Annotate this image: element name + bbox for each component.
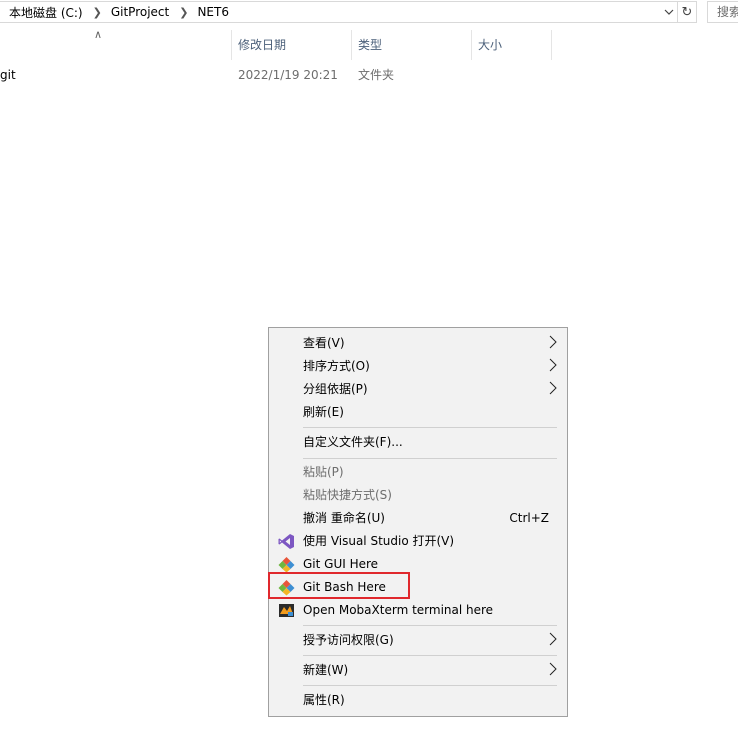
menu-item-shortcut: Ctrl+Z: [509, 511, 549, 525]
menu-separator: [303, 458, 557, 459]
menu-item-undo-rename[interactable]: 撤消 重命名(U) Ctrl+Z: [269, 507, 567, 530]
column-header-modified[interactable]: 修改日期: [238, 30, 351, 60]
refresh-icon: ↻: [681, 4, 693, 20]
chevron-right-icon: [549, 358, 557, 372]
breadcrumb-net6[interactable]: NET6: [188, 5, 229, 19]
menu-separator: [303, 625, 557, 626]
menu-item-label: 使用 Visual Studio 打开(V): [303, 534, 455, 548]
menu-item-paste[interactable]: 粘贴(P): [269, 461, 567, 484]
column-divider[interactable]: [231, 30, 232, 60]
menu-item-properties[interactable]: 属性(R): [269, 689, 567, 712]
search-input[interactable]: 搜索: [707, 1, 738, 23]
address-bar[interactable]: 本地磁盘 (C:) ❯ GitProject ❯ NET6: [0, 1, 678, 23]
breadcrumb-label: NET6: [197, 5, 229, 19]
menu-item-new[interactable]: 新建(W): [269, 659, 567, 682]
file-row[interactable]: git 2022/1/19 20:21 文件夹: [0, 63, 738, 87]
menu-item-open-mobaxterm[interactable]: Open MobaXterm terminal here: [269, 599, 567, 622]
menu-separator: [303, 655, 557, 656]
menu-item-label: 自定义文件夹(F)...: [303, 435, 403, 449]
chevron-right-icon[interactable]: ❯: [169, 6, 188, 19]
chevron-right-icon: [549, 662, 557, 676]
column-header-size[interactable]: 大小: [478, 30, 551, 60]
menu-item-label: 分组依据(P): [303, 382, 368, 396]
search-placeholder: 搜索: [717, 5, 738, 19]
breadcrumb-local-disk[interactable]: 本地磁盘 (C:) ❯: [0, 4, 102, 21]
chevron-right-icon: [549, 335, 557, 349]
git-gui-icon: [278, 557, 295, 573]
menu-separator: [303, 685, 557, 686]
highlight-box: [268, 572, 410, 599]
column-header-name[interactable]: [0, 30, 231, 60]
menu-item-refresh[interactable]: 刷新(E): [269, 401, 567, 424]
address-dropdown-button[interactable]: [661, 2, 677, 22]
column-label: 修改日期: [238, 38, 287, 52]
breadcrumb-label: 本地磁盘 (C:): [9, 5, 83, 20]
visual-studio-icon: [278, 534, 294, 549]
menu-item-label: Open MobaXterm terminal here: [303, 603, 494, 617]
column-label: 大小: [478, 38, 503, 52]
column-divider[interactable]: [351, 30, 352, 60]
menu-item-customize-folder[interactable]: 自定义文件夹(F)...: [269, 431, 567, 454]
menu-item-paste-shortcut[interactable]: 粘贴快捷方式(S): [269, 484, 567, 507]
menu-item-label: 粘贴(P): [303, 465, 344, 479]
breadcrumb-label: GitProject: [110, 5, 170, 19]
file-modified: 2022/1/19 20:21: [238, 68, 338, 82]
sort-ascending-icon: ∧: [94, 28, 103, 41]
menu-item-label: 属性(R): [303, 693, 345, 707]
chevron-right-icon[interactable]: ❯: [83, 6, 102, 19]
menu-item-label: 新建(W): [303, 663, 349, 677]
chevron-right-icon: [549, 632, 557, 646]
menu-item-label: 撤消 重命名(U): [303, 511, 385, 525]
file-type: 文件夹: [358, 68, 395, 82]
breadcrumb-gitproject[interactable]: GitProject ❯: [102, 5, 189, 19]
chevron-right-icon: [549, 381, 557, 395]
file-name: git: [0, 68, 16, 82]
column-header-row: ∧ 修改日期 类型 大小: [0, 28, 738, 60]
menu-item-sort-by[interactable]: 排序方式(O): [269, 355, 567, 378]
column-divider[interactable]: [551, 30, 552, 60]
chevron-down-icon: [664, 9, 674, 15]
menu-item-label: 授予访问权限(G): [303, 633, 394, 647]
menu-item-view[interactable]: 查看(V): [269, 332, 567, 355]
refresh-button[interactable]: ↻: [678, 1, 697, 23]
column-header-type[interactable]: 类型: [358, 30, 471, 60]
menu-separator: [303, 427, 557, 428]
column-divider[interactable]: [471, 30, 472, 60]
menu-item-grant-access[interactable]: 授予访问权限(G): [269, 629, 567, 652]
context-menu: 查看(V) 排序方式(O) 分组依据(P) 刷新(E) 自定义文件夹(F)...…: [268, 327, 568, 717]
menu-item-label: 查看(V): [303, 336, 345, 350]
menu-item-group-by[interactable]: 分组依据(P): [269, 378, 567, 401]
mobaxterm-icon: [279, 604, 294, 617]
column-label: 类型: [358, 38, 383, 52]
menu-item-label: 粘贴快捷方式(S): [303, 488, 392, 502]
menu-item-label: 排序方式(O): [303, 359, 370, 373]
menu-item-open-visual-studio[interactable]: 使用 Visual Studio 打开(V): [269, 530, 567, 553]
menu-item-label: 刷新(E): [303, 405, 344, 419]
